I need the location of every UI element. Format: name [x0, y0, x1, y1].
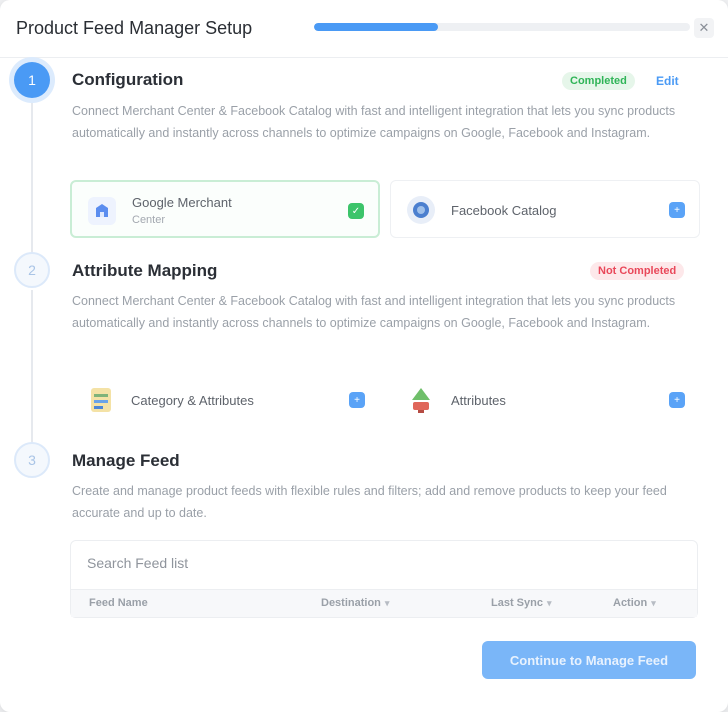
category-attributes-icon	[87, 386, 115, 414]
dialog-title: Product Feed Manager Setup	[16, 18, 253, 38]
setup-dialog: Product Feed Manager Setup ✕ 1 Configura…	[0, 0, 728, 712]
card-name: Attributes	[451, 393, 506, 408]
column-header-action[interactable]: Action ▾	[613, 597, 656, 609]
plus-icon: +	[669, 202, 685, 218]
chevron-down-icon: ▾	[546, 598, 552, 608]
chevron-down-icon: ▾	[384, 598, 390, 608]
step-title-manage-feed: Manage Feed	[72, 451, 180, 470]
step-title-attribute-mapping: Attribute Mapping	[72, 261, 218, 280]
google-merchant-icon	[88, 197, 116, 225]
close-button[interactable]: ✕	[694, 18, 714, 38]
feed-table: Search Feed list Feed Name Destination ▾ …	[70, 540, 698, 618]
facebook-catalog-icon	[407, 196, 435, 224]
plus-icon: +	[669, 392, 685, 408]
card-name: Facebook Catalog	[451, 203, 557, 218]
column-header-destination[interactable]: Destination ▾	[321, 597, 389, 609]
step-description: Create and manage product feeds with fle…	[72, 484, 667, 520]
step-description: Connect Merchant Center & Facebook Catal…	[72, 294, 676, 330]
card-subtitle: Center	[132, 214, 166, 226]
check-icon: ✓	[348, 203, 364, 219]
continue-button[interactable]: Continue to Manage Feed	[482, 641, 696, 679]
status-badge-completed: Completed	[562, 72, 635, 90]
step-rail-2	[31, 290, 33, 450]
step-title-configuration: Configuration	[72, 70, 184, 89]
column-header-feed-name[interactable]: Feed Name	[89, 597, 148, 609]
attributes-icon	[407, 386, 435, 414]
step-number: 3	[28, 452, 36, 468]
step-indicator-1: 1	[14, 62, 50, 98]
chevron-down-icon: ▾	[651, 598, 656, 608]
step-indicator-2: 2	[14, 252, 50, 288]
feed-table-header: Feed Name Destination ▾ Last Sync ▾ Action…	[71, 589, 697, 617]
step-number: 2	[28, 262, 36, 278]
feed-search-input[interactable]: Search Feed list	[87, 555, 188, 571]
step-description: Connect Merchant Center & Facebook Catal…	[72, 104, 676, 140]
setup-progress-bar	[314, 23, 690, 31]
status-badge-not-completed: Not Completed	[590, 262, 685, 280]
card-name: Category & Attributes	[131, 393, 254, 408]
attributes-card[interactable]: Attributes +	[390, 370, 700, 428]
column-header-last-sync[interactable]: Last Sync ▾	[491, 597, 552, 609]
edit-configuration-link[interactable]: Edit	[656, 74, 679, 88]
setup-progress-fill	[314, 23, 439, 31]
plus-icon: +	[349, 392, 365, 408]
close-icon: ✕	[698, 20, 710, 35]
step-indicator-3: 3	[14, 442, 50, 478]
step-number: 1	[28, 72, 36, 88]
facebook-catalog-card[interactable]: Facebook Catalog +	[390, 180, 700, 238]
step-rail-1	[31, 98, 33, 260]
dialog-header: Product Feed Manager Setup ✕	[0, 0, 728, 58]
card-name: Google Merchant	[132, 195, 232, 210]
category-attributes-card[interactable]: Category & Attributes +	[70, 370, 380, 428]
google-merchant-card[interactable]: Google Merchant Center ✓	[70, 180, 380, 238]
